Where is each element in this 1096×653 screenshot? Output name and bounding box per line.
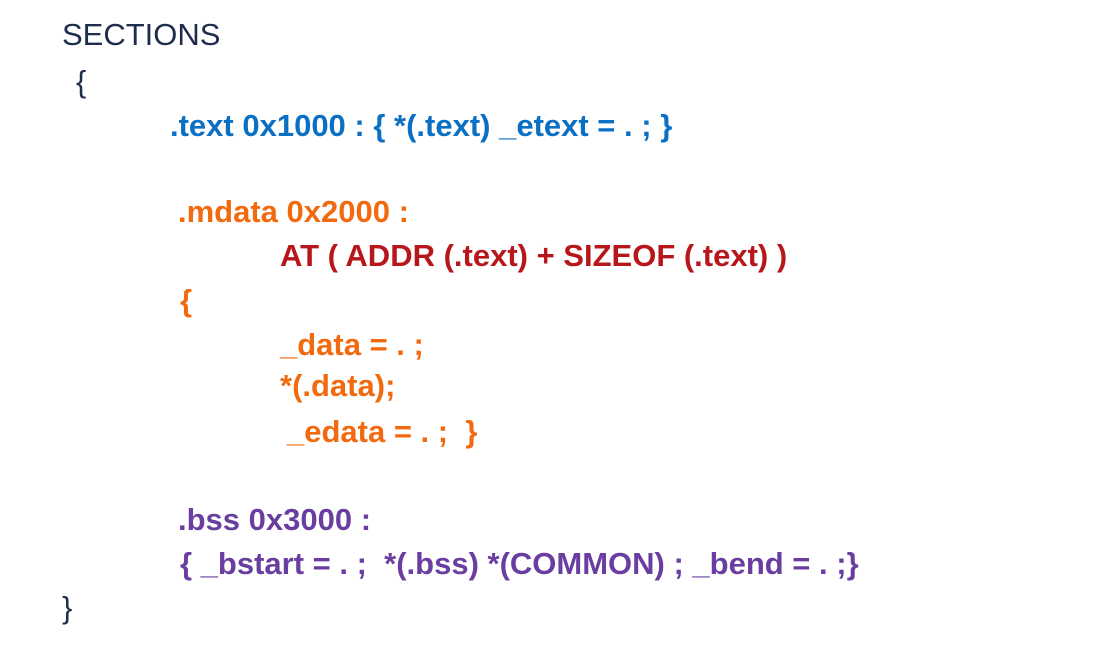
mdata-open-brace: { [180,283,193,318]
sections-keyword: SECTIONS [62,17,221,52]
bss-section-header: .bss 0x3000 : [178,502,372,537]
mdata-edata-symbol: _edata = . ; } [287,414,478,449]
mdata-section-header: .mdata 0x2000 : [178,194,409,229]
mdata-input-section: *(.data); [280,368,396,403]
mdata-at-clause: AT ( ADDR (.text) + SIZEOF (.text) ) [280,238,788,273]
mdata-data-symbol: _data = . ; [280,327,424,362]
linker-script-slide: SECTIONS { .text 0x1000 : { *(.text) _et… [0,0,1096,653]
sections-open-brace: { [76,64,87,99]
sections-close-brace: } [62,590,73,625]
bss-section-body: { _bstart = . ; *(.bss) *(COMMON) ; _ben… [180,546,859,581]
text-section-line: .text 0x1000 : { *(.text) _etext = . ; } [170,108,673,143]
